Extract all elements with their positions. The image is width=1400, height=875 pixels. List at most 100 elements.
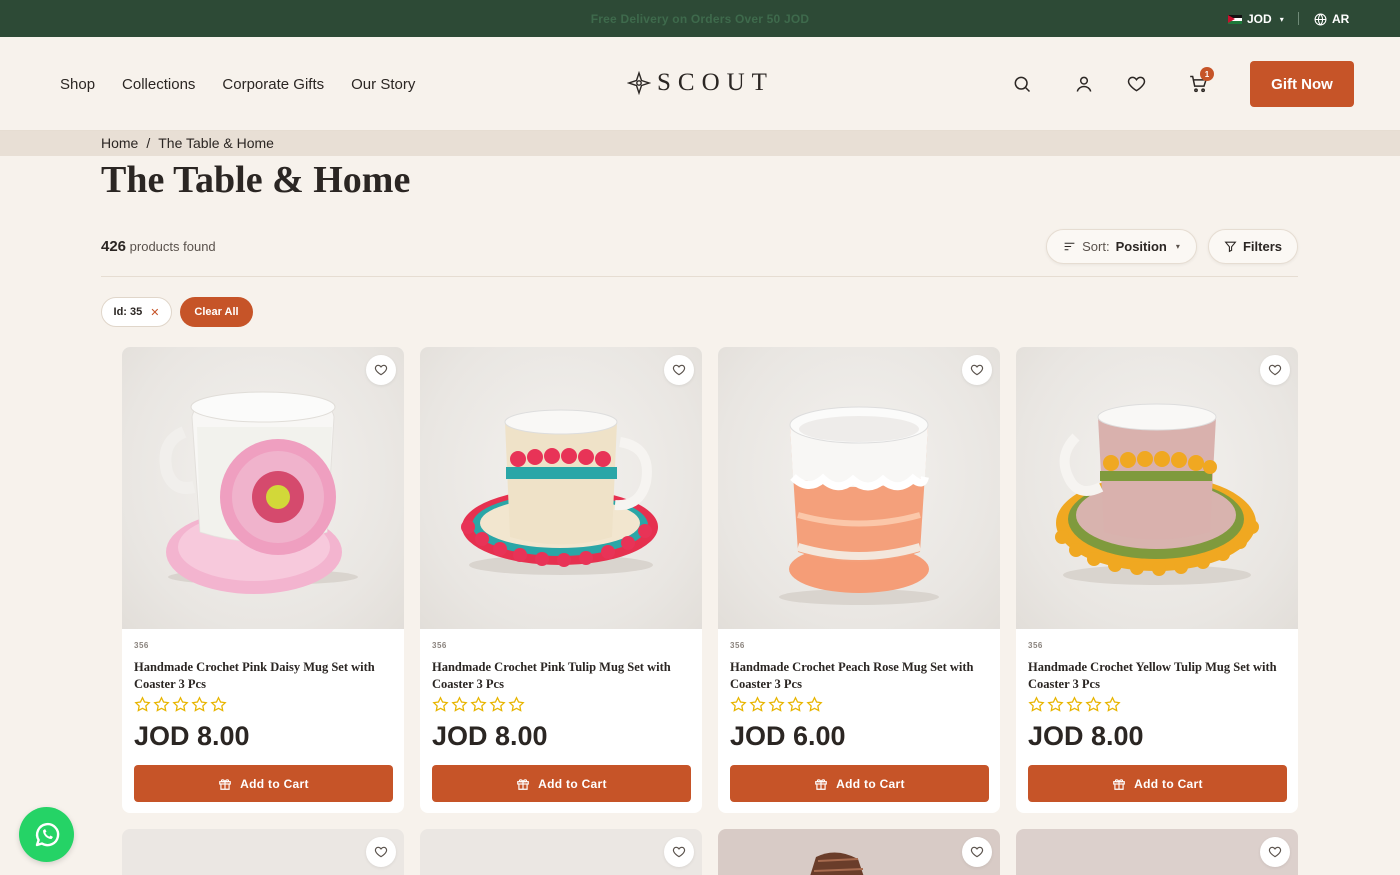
heart-icon — [970, 364, 984, 376]
products-count-number: 426 — [101, 238, 127, 255]
announcement-bar: Free Delivery on Orders Over 50 JOD JOD … — [0, 0, 1400, 37]
nav-shop[interactable]: Shop — [60, 76, 95, 93]
main-nav: Shop Collections Corporate Gifts Our Sto… — [60, 76, 415, 93]
star-icon — [508, 696, 525, 712]
whatsapp-button[interactable] — [19, 807, 74, 862]
products-count: 426 products found — [101, 238, 216, 255]
remove-filter-icon[interactable]: ✕ — [150, 306, 159, 319]
currency-selector[interactable]: JOD ▾ — [1228, 12, 1284, 26]
gift-icon — [219, 778, 232, 790]
user-icon — [1076, 76, 1092, 92]
product-card[interactable]: 356 Handmade Crochet Yellow Tulip Mug Se… — [1016, 347, 1298, 813]
wishlist-toggle[interactable] — [366, 837, 396, 867]
product-card[interactable] — [718, 829, 1000, 875]
wishlist-toggle[interactable] — [962, 837, 992, 867]
product-sku: 356 — [134, 641, 149, 650]
product-rating — [730, 696, 823, 713]
breadcrumb: Home / The Table & Home — [0, 131, 1400, 156]
wishlist-button[interactable] — [1125, 73, 1147, 95]
product-sku: 356 — [1028, 641, 1043, 650]
heart-icon — [970, 846, 984, 858]
star-icon — [470, 696, 487, 712]
product-image[interactable] — [1016, 347, 1298, 629]
star-icon — [134, 696, 151, 712]
product-image[interactable] — [718, 347, 1000, 629]
breadcrumb-current: The Table & Home — [158, 135, 274, 151]
product-price: JOD 8.00 — [1028, 721, 1144, 751]
product-image[interactable] — [122, 347, 404, 629]
product-rating — [134, 696, 227, 713]
star-icon — [451, 696, 468, 712]
announcement-text: Free Delivery on Orders Over 50 JOD — [590, 12, 810, 26]
product-price: JOD 8.00 — [134, 721, 250, 751]
active-filter-chip[interactable]: Id: 35 ✕ — [101, 297, 172, 327]
wishlist-toggle[interactable] — [664, 355, 694, 385]
star-icon — [153, 696, 170, 712]
sort-value: Position — [1115, 239, 1167, 254]
product-name[interactable]: Handmade Crochet Peach Rose Mug Set with… — [730, 659, 980, 693]
breadcrumb-home[interactable]: Home — [101, 135, 138, 151]
wishlist-toggle[interactable] — [664, 837, 694, 867]
account-button[interactable] — [1073, 73, 1095, 95]
add-to-cart-button[interactable]: Add to Cart — [730, 765, 989, 802]
gift-now-button[interactable]: Gift Now — [1250, 61, 1354, 107]
nav-our-story[interactable]: Our Story — [351, 76, 415, 93]
wishlist-toggle[interactable] — [1260, 355, 1290, 385]
wishlist-toggle[interactable] — [1260, 837, 1290, 867]
heart-icon — [1268, 846, 1282, 858]
product-image[interactable] — [420, 347, 702, 629]
product-rating — [1028, 696, 1121, 713]
product-sku: 356 — [432, 641, 447, 650]
wishlist-toggle[interactable] — [366, 355, 396, 385]
filter-icon — [1224, 241, 1237, 253]
star-icon — [749, 696, 766, 712]
search-button[interactable] — [1011, 73, 1033, 95]
heart-icon — [374, 846, 388, 858]
product-name[interactable]: Handmade Crochet Pink Daisy Mug Set with… — [134, 659, 384, 693]
chevron-down-icon: ▾ — [1175, 242, 1180, 251]
product-name[interactable]: Handmade Crochet Pink Tulip Mug Set with… — [432, 659, 682, 693]
star-icon — [806, 696, 823, 712]
heart-icon — [1127, 76, 1145, 92]
product-sku: 356 — [730, 641, 745, 650]
heart-icon — [1268, 364, 1282, 376]
add-to-cart-button[interactable]: Add to Cart — [1028, 765, 1287, 802]
language-label: AR — [1332, 12, 1350, 26]
product-card[interactable]: 356 Handmade Crochet Peach Rose Mug Set … — [718, 347, 1000, 813]
product-price: JOD 8.00 — [432, 721, 548, 751]
nav-corporate-gifts[interactable]: Corporate Gifts — [222, 76, 324, 93]
wishlist-toggle[interactable] — [962, 355, 992, 385]
language-selector[interactable]: AR — [1314, 12, 1349, 26]
heart-icon — [672, 846, 686, 858]
star-icon — [1028, 696, 1045, 712]
divider — [101, 276, 1298, 277]
product-card[interactable]: 356 Handmade Crochet Pink Daisy Mug Set … — [122, 347, 404, 813]
globe-icon — [1314, 13, 1327, 25]
star-icon — [191, 696, 208, 712]
product-card[interactable] — [420, 829, 702, 875]
star-icon — [768, 696, 785, 712]
clear-all-button[interactable]: Clear All — [180, 297, 253, 327]
product-card[interactable] — [1016, 829, 1298, 875]
star-icon — [489, 696, 506, 712]
divider — [1298, 12, 1299, 25]
product-card[interactable]: 356 Handmade Crochet Pink Tulip Mug Set … — [420, 347, 702, 813]
add-to-cart-button[interactable]: Add to Cart — [432, 765, 691, 802]
add-to-cart-button[interactable]: Add to Cart — [134, 765, 393, 802]
filters-button[interactable]: Filters — [1208, 229, 1298, 264]
sort-dropdown[interactable]: Sort: Position ▾ — [1046, 229, 1197, 264]
chevron-down-icon: ▾ — [1279, 14, 1284, 24]
product-name[interactable]: Handmade Crochet Yellow Tulip Mug Set wi… — [1028, 659, 1278, 693]
product-card[interactable] — [122, 829, 404, 875]
nav-collections[interactable]: Collections — [122, 76, 195, 93]
cart-button[interactable]: 1 — [1187, 67, 1214, 95]
star-icon — [787, 696, 804, 712]
add-to-cart-label: Add to Cart — [240, 776, 309, 791]
filters-label: Filters — [1242, 239, 1282, 254]
gift-icon — [1113, 778, 1126, 790]
cart-count-badge: 1 — [1200, 67, 1214, 81]
add-to-cart-label: Add to Cart — [538, 776, 607, 791]
logo[interactable]: SCOUT — [627, 69, 774, 97]
star-icon — [432, 696, 449, 712]
star-icon — [172, 696, 189, 712]
